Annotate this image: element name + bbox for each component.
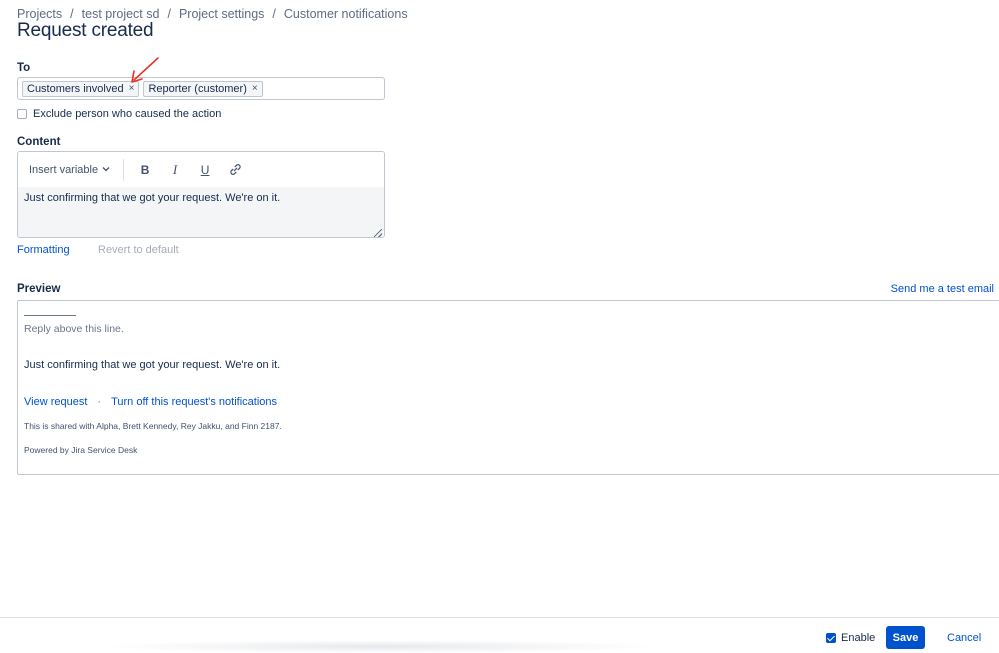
breadcrumb-separator: / xyxy=(167,7,171,21)
reply-divider xyxy=(24,315,76,316)
view-request-link[interactable]: View request xyxy=(24,396,87,408)
cancel-button[interactable]: Cancel xyxy=(942,626,986,649)
shared-with-text: This is shared with Alpha, Brett Kennedy… xyxy=(24,421,282,431)
insert-variable-label: Insert variable xyxy=(29,163,99,176)
exclude-actor-option[interactable]: Exclude person who caused the action xyxy=(17,108,221,120)
recipients-field[interactable]: Customers involved × Reporter (customer)… xyxy=(17,77,385,100)
powered-by-text: Powered by Jira Service Desk xyxy=(24,445,138,455)
reply-line-text: Reply above this line. xyxy=(24,323,124,335)
breadcrumb-customer-notifications[interactable]: Customer notifications xyxy=(284,7,408,21)
editor-toolbar: Insert variable B I U xyxy=(18,152,384,187)
chevron-down-icon xyxy=(102,165,110,174)
toolbar-divider xyxy=(123,158,125,181)
recipient-chip-customers-involved: Customers involved × xyxy=(22,80,140,97)
exclude-actor-checkbox[interactable] xyxy=(17,109,27,119)
breadcrumb-separator: / xyxy=(272,7,276,21)
email-preview: Reply above this line. Just confirming t… xyxy=(17,300,999,475)
breadcrumb-project-settings[interactable]: Project settings xyxy=(179,7,264,21)
breadcrumb: Projects / test project sd / Project set… xyxy=(17,7,408,21)
italic-icon[interactable]: I xyxy=(164,159,186,181)
page-title: Request created xyxy=(17,20,154,41)
breadcrumb-project[interactable]: test project sd xyxy=(82,7,160,21)
enable-option[interactable]: Enable xyxy=(826,632,875,644)
link-icon[interactable] xyxy=(224,159,246,181)
content-label: Content xyxy=(17,136,61,148)
content-textarea[interactable]: Just confirming that we got your request… xyxy=(18,187,384,237)
send-test-email-link[interactable]: Send me a test email xyxy=(891,283,994,295)
revert-to-default-link[interactable]: Revert to default xyxy=(98,244,179,256)
formatting-link[interactable]: Formatting xyxy=(17,244,70,256)
chip-label: Customers involved xyxy=(27,82,124,95)
enable-checkbox[interactable] xyxy=(826,633,836,643)
footer-shadow xyxy=(100,640,660,653)
remove-chip-icon[interactable]: × xyxy=(252,83,258,94)
bold-icon[interactable]: B xyxy=(134,159,156,181)
to-label: To xyxy=(17,62,31,74)
breadcrumb-projects[interactable]: Projects xyxy=(17,7,62,21)
preview-label: Preview xyxy=(17,283,61,295)
annotation-arrow-icon xyxy=(131,57,159,83)
preview-links: View request · Turn off this request's n… xyxy=(24,396,277,408)
preview-body-text: Just confirming that we got your request… xyxy=(24,359,281,371)
breadcrumb-separator: / xyxy=(70,7,74,21)
save-button[interactable]: Save xyxy=(886,626,925,649)
turn-off-notifications-link[interactable]: Turn off this request's notifications xyxy=(111,396,277,408)
resize-handle-icon[interactable] xyxy=(374,229,382,237)
underline-icon[interactable]: U xyxy=(194,159,216,181)
content-text: Just confirming that we got your request… xyxy=(24,192,281,204)
link-separator: · xyxy=(97,396,102,408)
insert-variable-dropdown[interactable]: Insert variable xyxy=(29,164,110,176)
exclude-actor-label: Exclude person who caused the action xyxy=(33,108,222,120)
enable-label: Enable xyxy=(841,632,876,644)
content-editor: Insert variable B I U Just confirming th… xyxy=(17,151,385,238)
